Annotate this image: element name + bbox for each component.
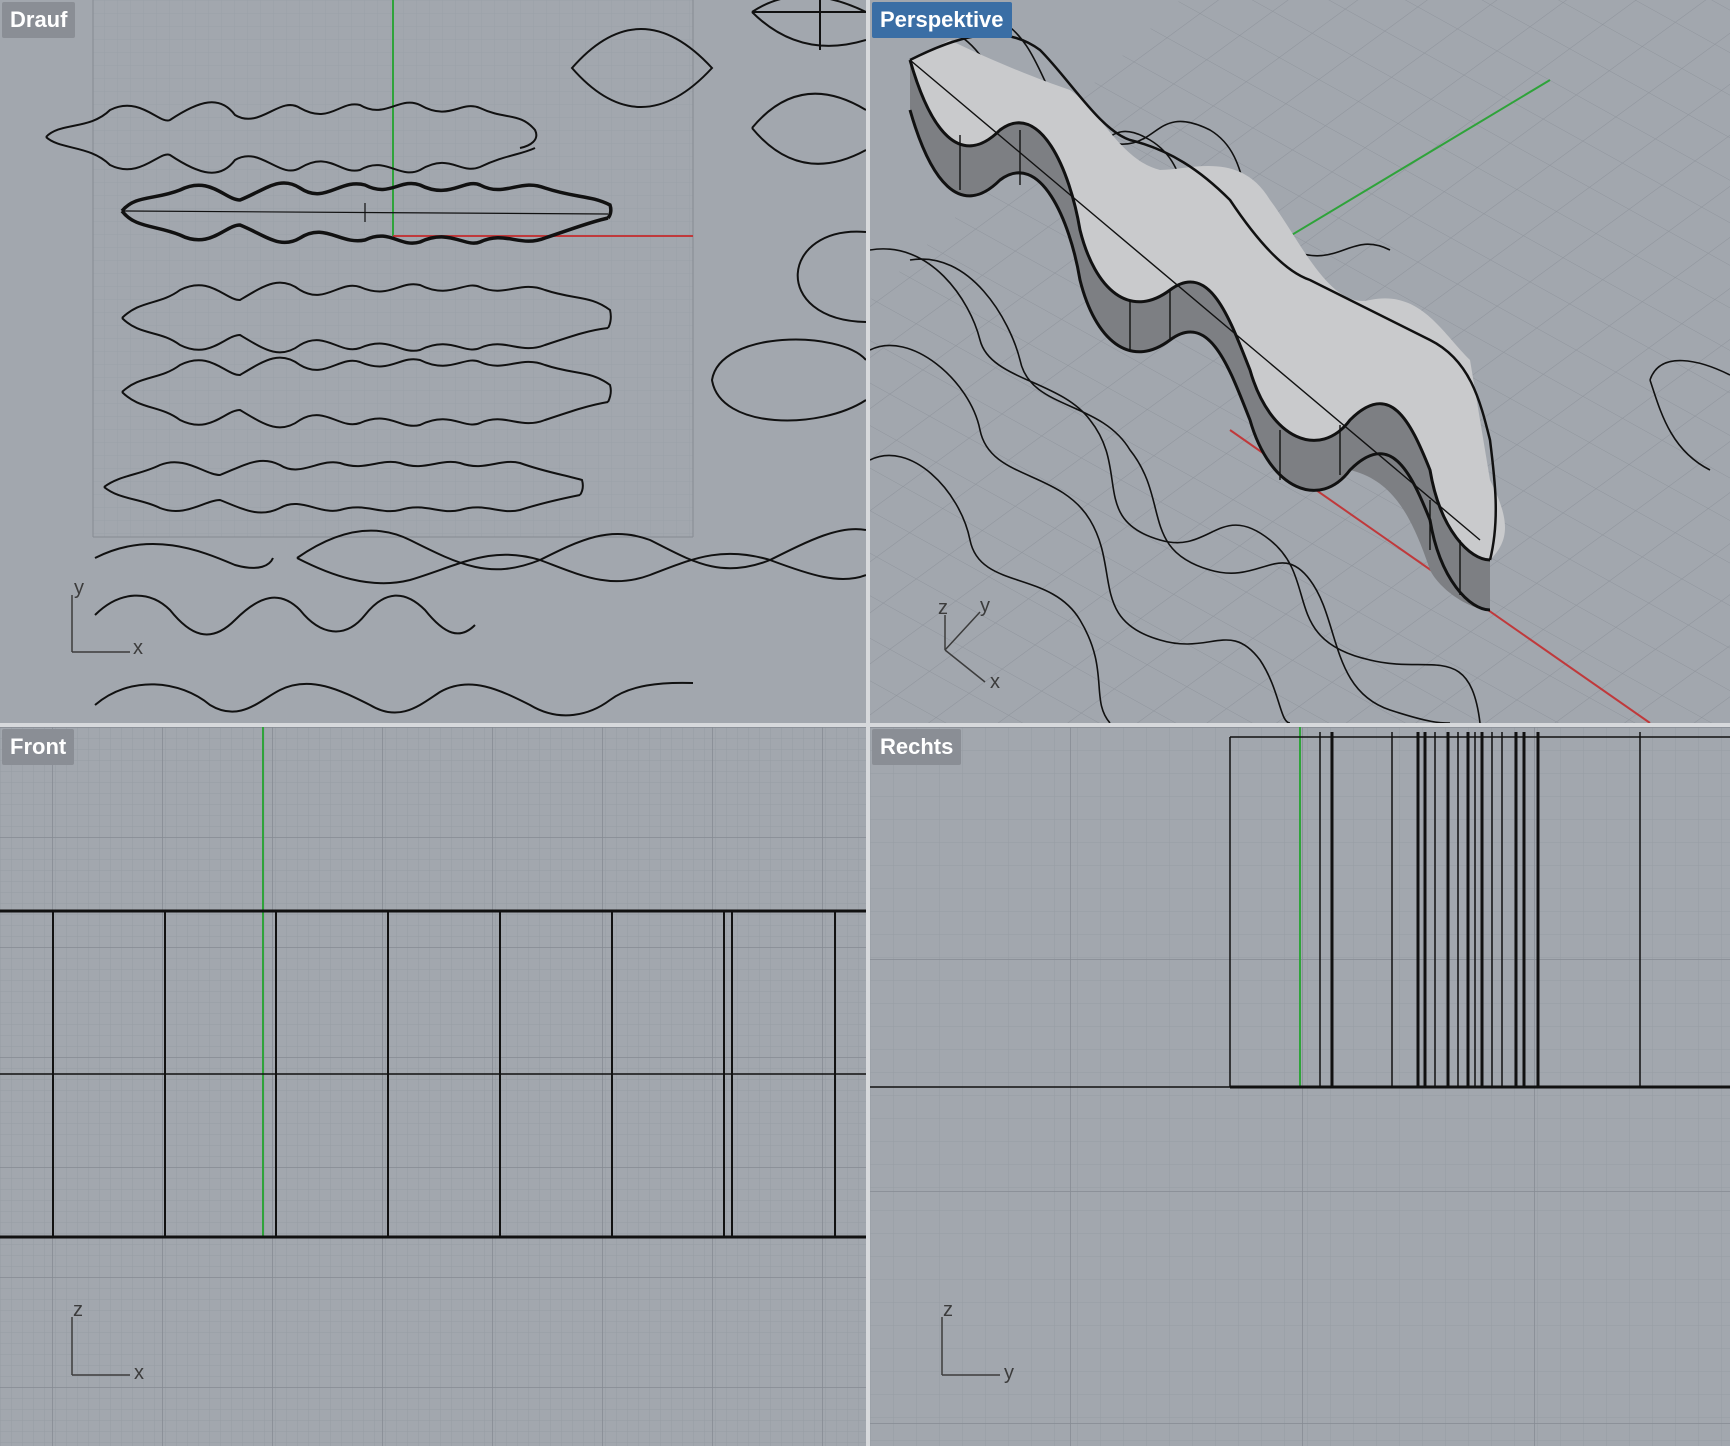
perspective-view-drawing: x y z [870, 19, 1730, 723]
viewport-perspective[interactable]: x y z Perspektive [870, 0, 1730, 723]
wave-band [121, 356, 612, 403]
wave-band [121, 391, 609, 429]
open-curve [94, 542, 274, 569]
viewport-front[interactable]: x z Front [0, 727, 866, 1446]
extruded-surface[interactable] [908, 33, 1505, 612]
axis-label-y: y [1004, 1362, 1014, 1384]
axis-gizmo [941, 1317, 1000, 1376]
open-curve [94, 594, 476, 636]
axis-label-x: x [133, 637, 143, 659]
axis-label-x: x [990, 671, 1000, 693]
axis-label-z: z [943, 1299, 953, 1321]
wave-band [121, 317, 609, 354]
top-view-drawing: x y [45, 0, 866, 717]
axis-label-x: x [134, 1362, 144, 1384]
axis-label-y: y [980, 595, 990, 617]
axis-label-z: z [73, 1299, 83, 1321]
ellipse-curve [710, 338, 866, 422]
wave-band [103, 459, 584, 496]
circle-curve [751, 0, 866, 50]
viewport-top[interactable]: x y Drauf [0, 0, 866, 723]
viewport-title-perspective[interactable]: Perspektive [872, 2, 1012, 38]
lens-curve [751, 92, 866, 165]
wave-band [121, 281, 612, 329]
ellipse-curve [796, 230, 866, 323]
lens-curve [570, 28, 714, 108]
viewport-right[interactable]: y z Rechts [870, 727, 1730, 1446]
axis-gizmo [944, 611, 986, 683]
front-view-drawing: x z [0, 727, 866, 1384]
open-curve [1649, 359, 1730, 381]
viewport-title-front[interactable]: Front [2, 729, 75, 765]
wave-band [103, 486, 581, 514]
surface-isocurves [1319, 732, 1641, 1087]
open-curve [870, 344, 1291, 723]
right-view-drawing: y z [870, 727, 1730, 1384]
open-curve [94, 681, 694, 717]
axis-gizmo [71, 595, 130, 653]
axis-label-z: z [938, 597, 948, 619]
wave-band [45, 136, 536, 174]
viewport-title-top[interactable]: Drauf [2, 2, 76, 38]
wave-band [45, 101, 538, 149]
open-curve [1649, 379, 1711, 471]
viewport-title-right[interactable]: Rechts [872, 729, 962, 765]
axis-gizmo [71, 1317, 130, 1376]
axis-label-y: y [74, 577, 84, 599]
open-curve [296, 552, 866, 585]
